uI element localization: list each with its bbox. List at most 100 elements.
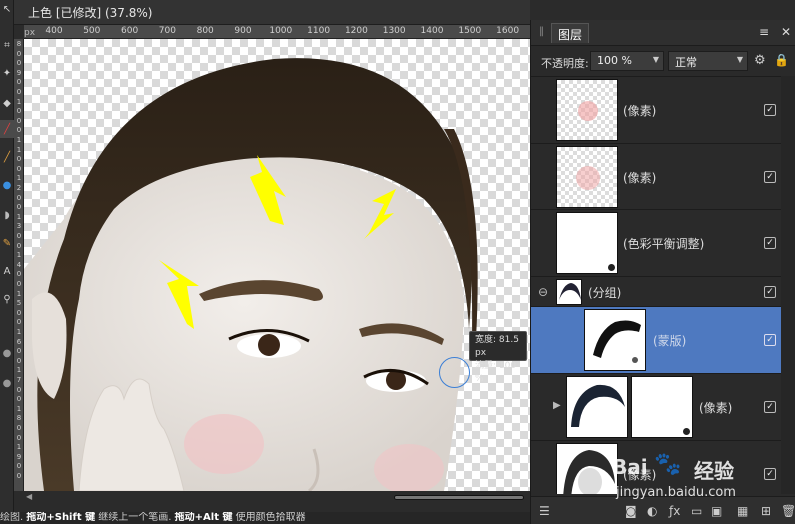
ruler-tick-label: 0 [16, 462, 22, 471]
visibility-checkbox[interactable]: ✓ [764, 237, 776, 249]
adjustment-icon [682, 427, 691, 436]
ruler-tick-label: 0 [16, 193, 22, 202]
scrollbar-thumb[interactable] [394, 495, 524, 500]
ruler-tick-label: 0 [16, 308, 22, 317]
ruler-tick-label: 1 [16, 366, 22, 375]
opacity-field[interactable]: 100 % ▼ [590, 51, 664, 71]
ruler-tick-label: 1000 [269, 26, 293, 36]
ruler-tick-label: 0 [16, 424, 22, 432]
brush-tooltip: 宽度: 81.5 px 流量: 100 % [469, 331, 527, 384]
magic-wand-icon[interactable]: ✦ [0, 64, 14, 82]
ruler-tick-label: 0 [16, 116, 22, 125]
horizontal-scrollbar[interactable]: ◀ [24, 491, 530, 503]
ruler-tick-label: 1 [16, 443, 22, 452]
zoom-icon[interactable]: ⚲ [0, 290, 14, 308]
eraser-icon[interactable]: ◗ [0, 206, 14, 224]
watermark-jingyan: 经验 [694, 459, 734, 483]
scroll-left-icon[interactable]: ◀ [26, 492, 32, 501]
baidu-watermark: Bai 🐾 经验 jingyan.baidu.com [612, 452, 792, 512]
panel-close-icon[interactable]: ✕ [781, 25, 791, 39]
dodge-icon[interactable]: ✎ [0, 234, 14, 252]
ruler-tick-label: 800 [196, 26, 214, 36]
layer-row[interactable]: (像素) ✓ [531, 144, 781, 210]
ruler-tick-label: 1100 [307, 26, 331, 36]
layer-thumbnail [566, 376, 628, 438]
gear-icon[interactable]: ⚙ [754, 53, 766, 68]
portrait-image [24, 58, 478, 491]
visibility-checkbox[interactable]: ✓ [764, 104, 776, 116]
layer-name[interactable]: (像素) [699, 399, 732, 416]
ruler-tick-label: 0 [16, 385, 22, 394]
layer-name[interactable]: (像素) [623, 169, 656, 186]
visibility-checkbox[interactable]: ✓ [764, 334, 776, 346]
pencil-icon[interactable]: ╱ [0, 148, 14, 166]
chevron-down-icon: ▼ [652, 55, 659, 64]
left-ruler: 8009001000110012001300140015001600170018… [14, 39, 24, 491]
grip-icon[interactable]: ‖ [539, 26, 544, 37]
layer-row[interactable]: ▶ (像素) ✓ [531, 374, 781, 441]
lock-icon[interactable]: 🔒 [774, 53, 789, 67]
layers-stack-icon[interactable]: ☰ [539, 504, 550, 518]
ruler-tick-label: 9 [16, 68, 22, 77]
paint-bucket-icon[interactable]: ◆ [0, 94, 14, 112]
ruler-unit: px [24, 28, 36, 38]
visibility-checkbox[interactable]: ✓ [764, 401, 776, 413]
layer-name[interactable]: (分组) [588, 284, 621, 301]
opacity-label: 不透明度: [541, 57, 589, 70]
status-key-2: 拖动+Alt 键 [174, 512, 233, 523]
ruler-tick-label: 0 [16, 203, 22, 212]
ruler-tick-label: 6 [16, 337, 22, 346]
ruler-tick-label: 0 [16, 59, 22, 68]
layer-thumbnail [556, 279, 582, 305]
layer-row[interactable]: (色彩平衡调整) ✓ [531, 210, 781, 277]
ruler-tick-label: 7 [16, 376, 22, 384]
ruler-tick-label: 0 [16, 318, 22, 327]
brush-size-label: 宽度: 81.5 px [475, 335, 519, 358]
watermark-brand: Bai [612, 455, 648, 479]
ruler-tick-label: 0 [16, 78, 22, 87]
layer-row-selected[interactable]: (蒙版) ✓ [531, 307, 781, 374]
panel-scrollbar[interactable] [781, 76, 795, 494]
ruler-tick-label: 8 [16, 414, 22, 423]
visibility-checkbox[interactable]: ✓ [764, 171, 776, 183]
crop-icon[interactable]: ⌗ [0, 36, 14, 54]
layer-thumbnail [556, 79, 618, 141]
image-canvas[interactable] [24, 39, 530, 491]
text-icon[interactable]: A [0, 262, 14, 280]
tab-layers[interactable]: 图层 [551, 23, 590, 43]
status-text-2: 继续上一个笔画. [95, 512, 175, 523]
opacity-row: 不透明度: 100 % ▼ 正常 ▼ ⚙ 🔒 [531, 48, 795, 74]
ruler-tick-label: 1400 [420, 26, 444, 36]
collapse-icon[interactable]: ⊖ [538, 285, 548, 299]
ruler-tick-label: 0 [16, 155, 22, 164]
layers-panel: ‖ 图层 ≡ ✕ 不透明度: 100 % ▼ 正常 ▼ ⚙ 🔒 (像素) ✓ (… [530, 20, 795, 524]
panel-header: ‖ 图层 ≡ ✕ [531, 20, 795, 46]
ruler-tick-label: 2 [16, 184, 22, 192]
blend-mode-select[interactable]: 正常 ▼ [668, 51, 748, 71]
ruler-tick-label: 0 [16, 241, 22, 250]
visibility-checkbox[interactable]: ✓ [764, 286, 776, 298]
layer-name[interactable]: (蒙版) [653, 332, 686, 349]
ruler-tick-label: 1300 [382, 26, 406, 36]
document-title: 上色 [已修改] (37.8%) [14, 0, 530, 25]
hand-icon[interactable]: ● [0, 374, 14, 392]
layer-name[interactable]: (色彩平衡调整) [623, 235, 704, 252]
top-ruler: 400 500 600 700 800 900 1000 1100 1200 1300 1400 15… [24, 25, 530, 39]
expand-icon[interactable]: ▶ [553, 400, 561, 411]
move-icon[interactable]: ↖ [0, 0, 14, 18]
ruler-tick-label: 0 [16, 88, 22, 96]
ruler-tick-label: 1200 [344, 26, 368, 36]
ruler-tick-label: 500 [83, 26, 101, 36]
status-key-1: 拖动+Shift 键 [26, 512, 96, 523]
panel-menu-icon[interactable]: ≡ [759, 25, 769, 39]
ruler-tick-label: 1 [16, 251, 22, 260]
layer-name[interactable]: (像素) [623, 102, 656, 119]
status-text-1: 绘图. [0, 512, 27, 523]
brush-icon[interactable]: ╱ [0, 120, 14, 138]
layer-row[interactable]: ⊖ (分组) ✓ [531, 277, 781, 307]
clone-icon[interactable]: ● [0, 176, 14, 194]
layer-thumbnail [584, 309, 646, 371]
ruler-tick-label: 0 [16, 347, 22, 356]
color-swatch-icon[interactable]: ● [0, 344, 14, 362]
layer-row[interactable]: (像素) ✓ [531, 77, 781, 144]
